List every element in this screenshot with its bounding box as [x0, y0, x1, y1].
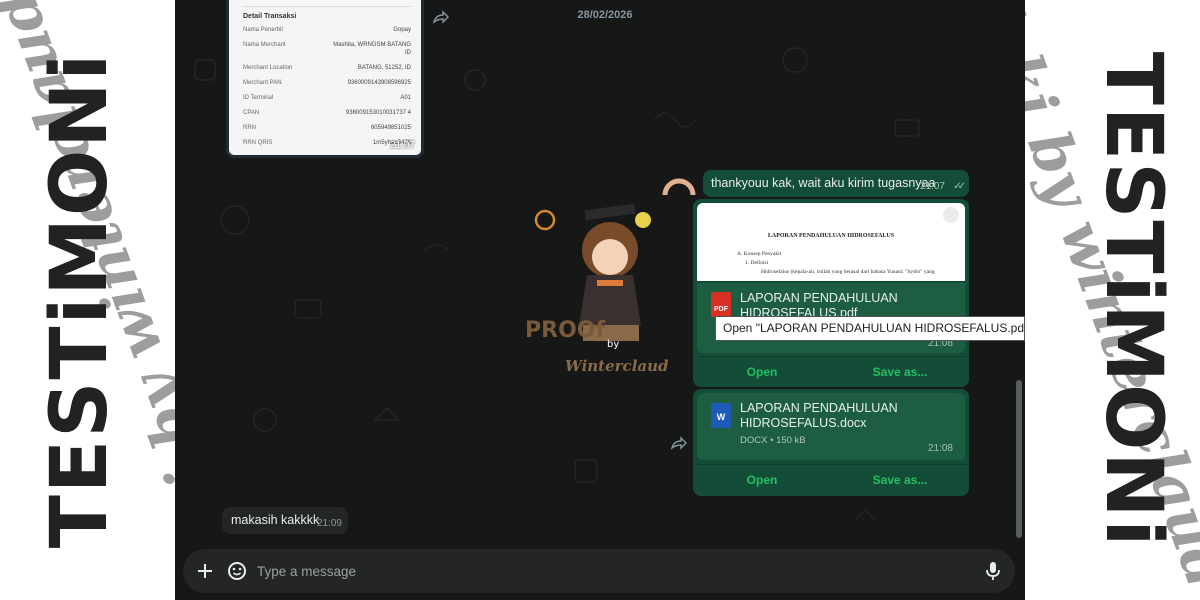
open-file-tooltip: Open "LAPORAN PENDAHULUAN HIDROSEFALUS.p…	[715, 316, 1025, 341]
open-button[interactable]: Open	[693, 357, 831, 387]
docx-file-name: LAPORAN PENDAHULUAN HIDROSEFALUS.docx	[740, 401, 898, 430]
receipt-row: Merchant Location BATANG, 51252, ID	[243, 64, 411, 72]
pdf-preview-line: A. Konsep Penyakit	[737, 251, 782, 257]
receipt-row: CPAN 936009153010031737 4	[243, 109, 411, 117]
chat-scrollbar[interactable]	[1016, 380, 1022, 538]
pdf-preview-title: LAPORAN PENDAHULUAN HIDROSEFALUS	[767, 233, 895, 239]
forward-icon[interactable]	[432, 10, 450, 24]
watermark-by-text: by	[607, 339, 619, 350]
receipt-value: 9360009143908596925	[347, 80, 411, 86]
meta-separator: •	[770, 435, 774, 446]
receipt-value: A01	[400, 95, 411, 101]
receipt-label: Nama Penerbit	[243, 27, 284, 33]
receipt-content: Detail Transaksi Nama Penerbit Gopay Nama…	[243, 6, 411, 154]
receipt-value: 605949851025	[370, 125, 411, 131]
save-as-button[interactable]: Save as...	[831, 465, 969, 496]
receipt-label: Merchant PAN	[243, 80, 282, 86]
docx-type: DOCX	[740, 435, 768, 446]
docx-actions: Open Save as...	[693, 464, 969, 496]
receipt-value: Mashita, WRNGSM BATANG ID	[333, 42, 411, 56]
character-sash	[597, 280, 623, 286]
receipt-value: Gopay	[393, 27, 411, 33]
docx-timestamp: 21:08	[927, 443, 953, 454]
pdf-actions: Open Save as...	[693, 356, 969, 387]
date-separator: 28/02/2026	[577, 9, 633, 21]
word-icon-label: W	[716, 412, 726, 422]
right-banner-title: TESTiMONi	[1088, 51, 1178, 549]
message-timestamp: 21:07	[919, 181, 945, 192]
sticker-icon[interactable]	[225, 559, 249, 583]
save-as-button[interactable]: Save as...	[831, 357, 969, 387]
message-input[interactable]	[257, 560, 907, 582]
flower-icon	[635, 212, 651, 228]
watermark-proof-text: PROOf	[525, 318, 605, 343]
chevron-down-icon[interactable]	[943, 207, 959, 223]
open-button[interactable]: Open	[693, 465, 831, 496]
message-composer	[183, 549, 1015, 593]
pdf-preview-line: 1. Definisi	[745, 260, 769, 266]
word-file-icon: W	[711, 403, 731, 428]
pdf-file-message[interactable]: LAPORAN PENDAHULUAN HIDROSEFALUS A. Kons…	[693, 199, 969, 387]
chat-window: 28/02/2026 Detail Transaksi Nama Penerbi…	[175, 0, 1025, 600]
receipt-label: ID Terminal	[243, 95, 274, 101]
pdf-file-icon: PDF	[711, 292, 731, 317]
graduation-cap-icon	[584, 203, 636, 221]
receipt-label: RRN QRIS	[243, 140, 273, 146]
message-text: makasih kakkkk	[231, 513, 320, 527]
receipt-row: RRN QRIS 1m5yhao3476	[243, 139, 411, 147]
pdf-preview-line: Hidrosefalus (kepala-air, istilah yang b…	[761, 269, 935, 275]
receipt-row: Nama Penerbit Gopay	[243, 26, 411, 34]
message-text: thankyouu kak, wait aku kirim tugasnyaa	[711, 176, 936, 190]
receipt-timestamp: 21:07	[389, 140, 415, 151]
receipt-row: RRN 605949851025	[243, 124, 411, 132]
pdf-preview[interactable]: LAPORAN PENDAHULUAN HIDROSEFALUS A. Kons…	[697, 203, 965, 281]
receipt-divider	[243, 6, 411, 7]
receipt-value: BATANG, 51252, ID	[357, 65, 411, 71]
watermark-author-text: Winterclaud	[565, 357, 669, 375]
proof-watermark-sticker: PROOf by Winterclaud	[525, 178, 696, 375]
message-timestamp: 21:09	[316, 518, 342, 529]
receipt-image-message[interactable]: Detail Transaksi Nama Penerbit Gopay Nama…	[226, 0, 424, 158]
docx-size: 150 kB	[776, 435, 806, 446]
character-face	[592, 239, 628, 275]
receipt-label: Merchant Location	[243, 65, 293, 71]
receipt-label: RRN	[243, 125, 256, 131]
testimoni-page: Joki by winterclaud TESTiMONi 28/02/2026…	[0, 0, 1200, 600]
docx-file-message[interactable]: W LAPORAN PENDAHULUAN HIDROSEFALUS.docx …	[693, 389, 969, 496]
receipt-label: CPAN	[243, 110, 260, 116]
left-banner-title: TESTiMONi	[35, 51, 125, 549]
forward-icon[interactable]	[670, 436, 688, 450]
incoming-message[interactable]: makasih kakkkk 21:09	[222, 507, 348, 534]
outgoing-message[interactable]: thankyouu kak, wait aku kirim tugasnyaa …	[703, 170, 969, 197]
receipt-value: 936009153010031737 4	[345, 110, 411, 116]
docx-file-info[interactable]: W LAPORAN PENDAHULUAN HIDROSEFALUS.docx …	[697, 393, 965, 460]
rainbow-icon	[662, 178, 696, 196]
sun-icon	[534, 209, 556, 231]
receipt-row: ID Terminal A01	[243, 94, 411, 102]
receipt-row: Merchant PAN 9360009143908596925	[243, 79, 411, 87]
receipt-heading: Detail Transaksi	[243, 13, 297, 20]
receipt-row: Nama Merchant Mashita, WRNGSM BATANG ID	[243, 41, 411, 57]
microphone-icon[interactable]	[981, 559, 1005, 583]
docx-file-meta: DOCX • 150 kB	[740, 435, 806, 446]
pdf-icon-label: PDF	[714, 306, 728, 313]
right-banner: Joki by winterclaud TESTiMONi	[1025, 0, 1200, 600]
plus-icon[interactable]	[193, 559, 217, 583]
receipt-label: Nama Merchant	[243, 42, 286, 48]
double-check-icon: ✓✓	[953, 181, 966, 192]
left-banner: Joki by winterclaud TESTiMONi	[0, 0, 175, 600]
